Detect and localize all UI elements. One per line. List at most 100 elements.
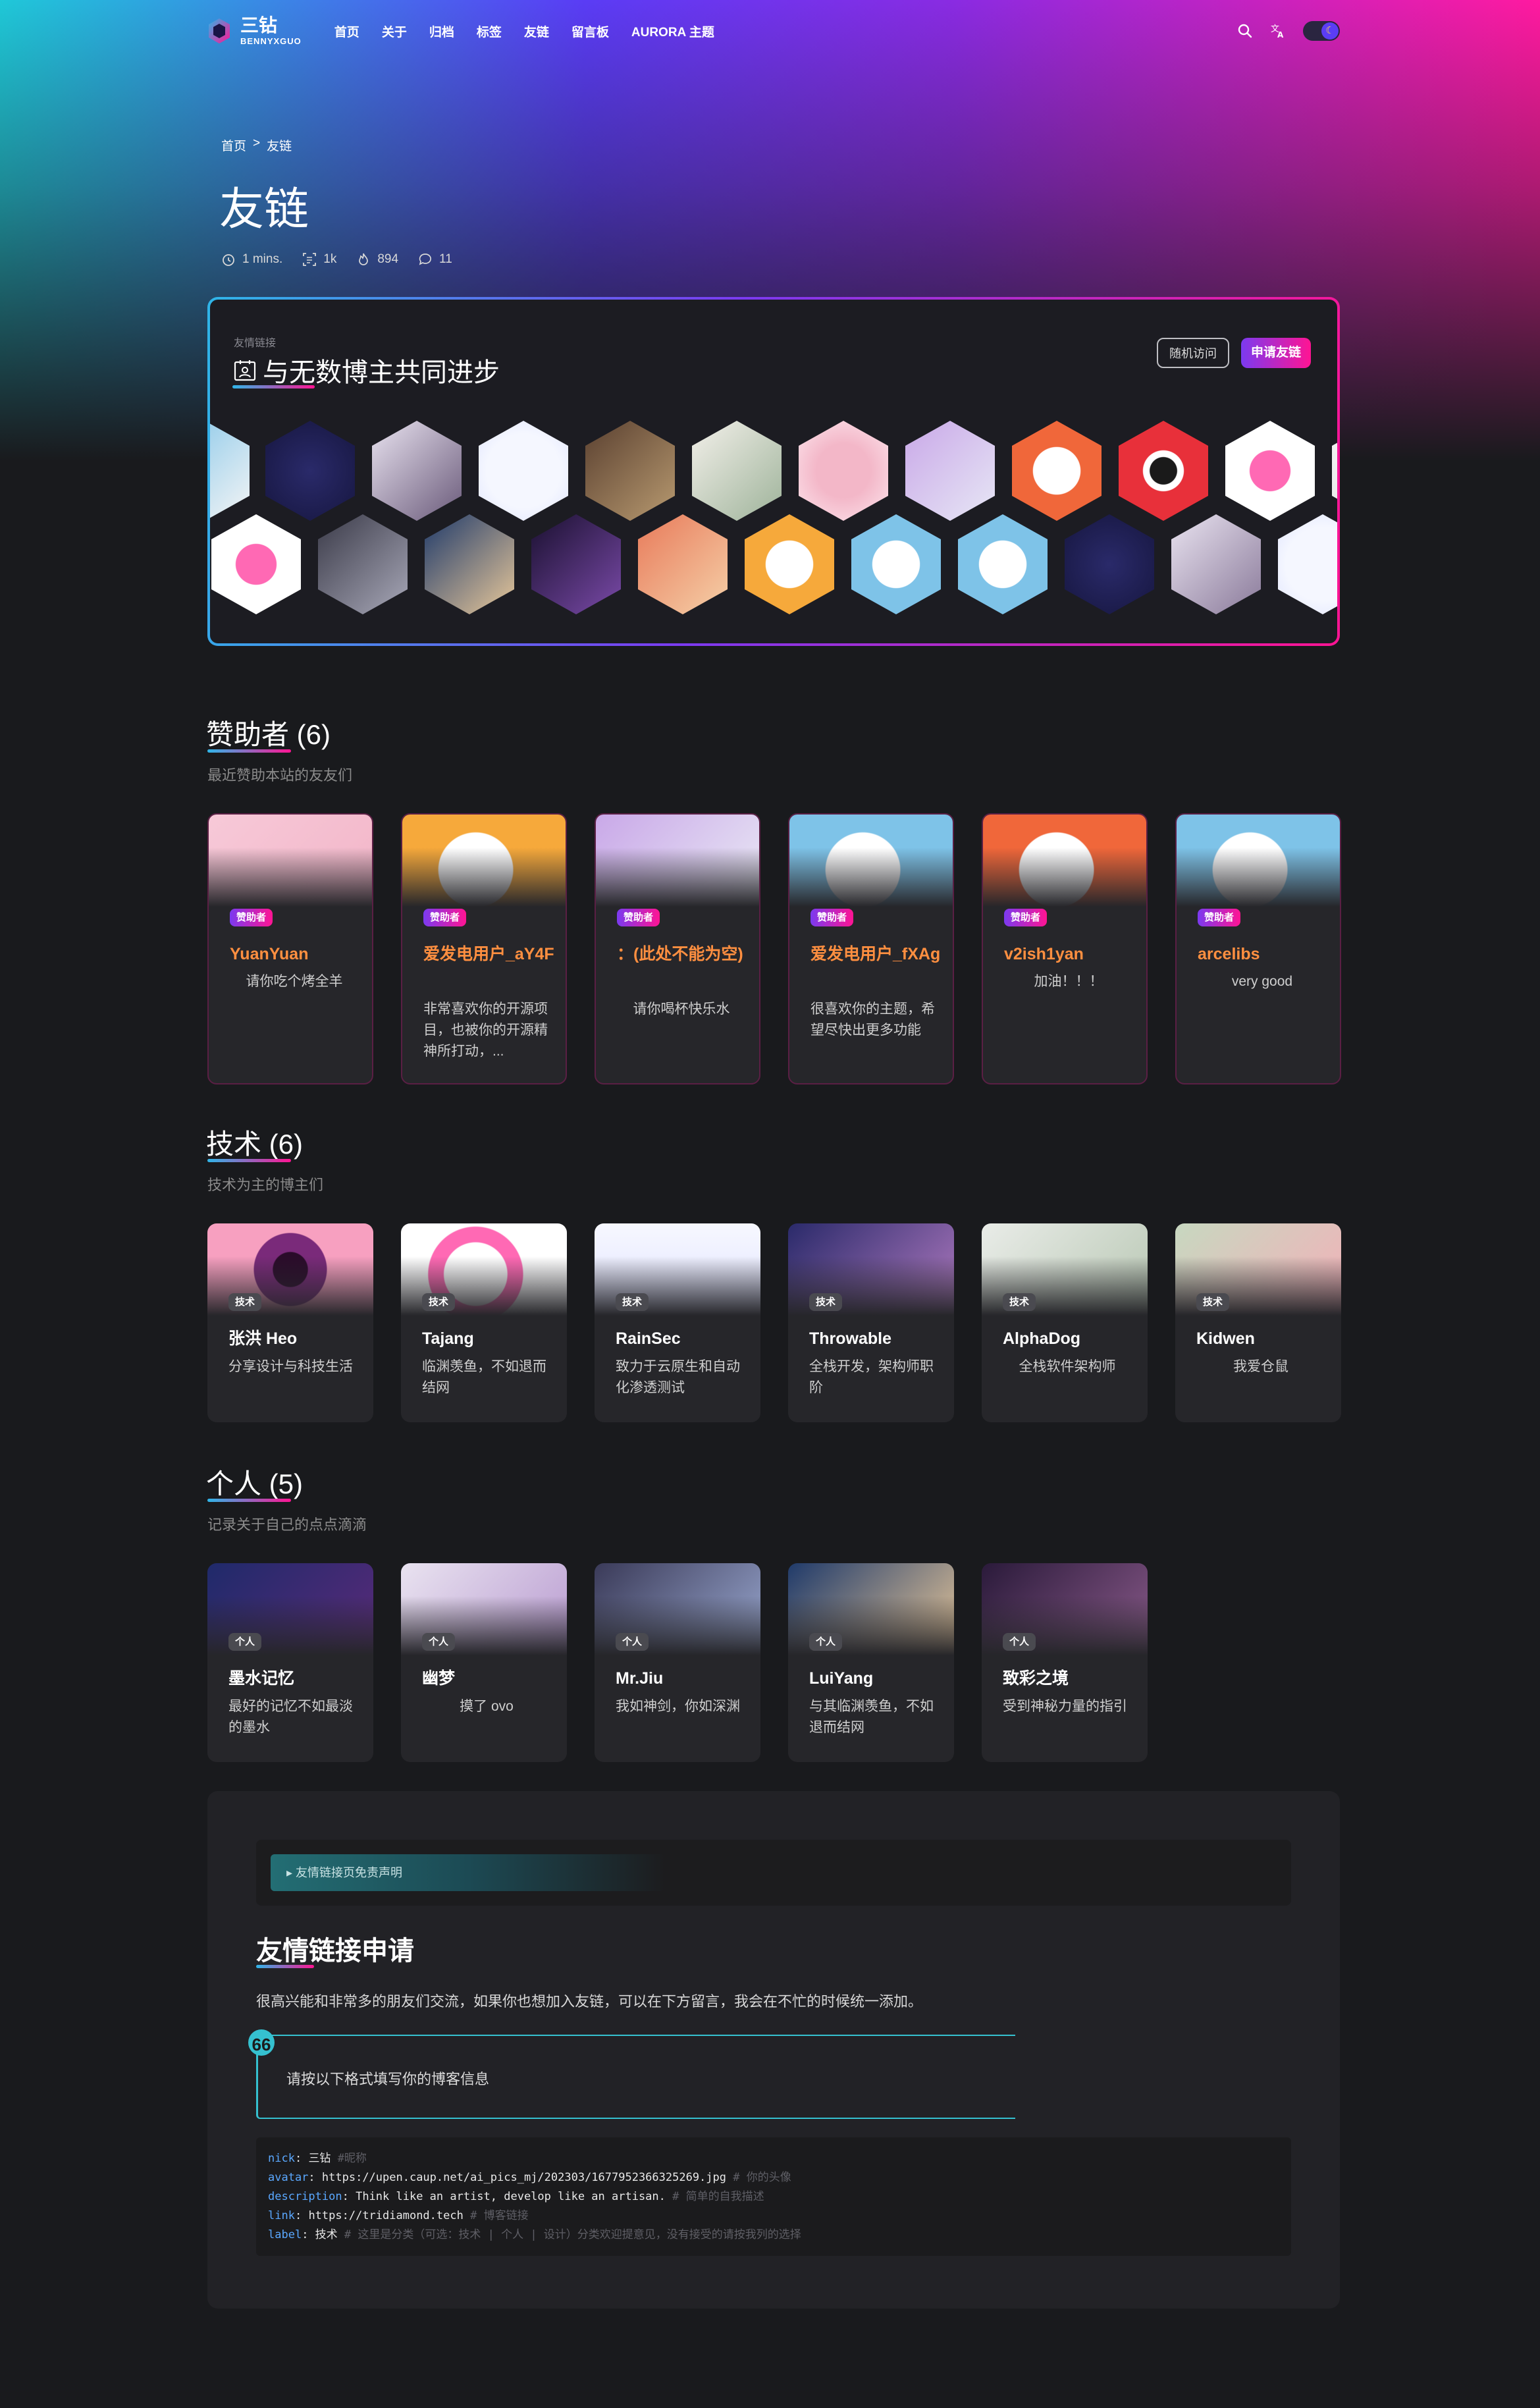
friend-avatar[interactable] <box>638 514 728 614</box>
friend-avatar[interactable] <box>692 421 782 521</box>
tech-card[interactable]: 技术 RainSec 致力于云原生和自动化渗透测试 <box>595 1223 760 1422</box>
card-badge: 个人 <box>809 1633 843 1651</box>
friend-avatar[interactable] <box>1332 421 1337 521</box>
friend-avatar[interactable] <box>1278 514 1337 614</box>
code-line-avatar: avatar: https://upen.caup.net/ai_pics_mj… <box>268 2171 791 2184</box>
friend-avatar[interactable] <box>1119 421 1208 521</box>
sponsors-section-title: 赞助者 (6) <box>206 719 331 750</box>
sponsor-card[interactable]: 赞助者 ：(此处不能为空) 请你喝杯快乐水 <box>595 813 760 1084</box>
friend-avatar[interactable] <box>905 421 995 521</box>
card-badge: 赞助者 <box>1198 909 1241 926</box>
card-badge: 个人 <box>616 1633 649 1651</box>
tech-card[interactable]: 技术 Kidwen 我爱仓鼠 <box>1175 1223 1341 1422</box>
clock-icon <box>223 254 234 266</box>
apply-title-underline <box>256 1965 314 1968</box>
card-badge: 技术 <box>809 1293 843 1311</box>
card-cover-image <box>789 815 953 907</box>
breadcrumb-separator: > <box>253 136 261 150</box>
friend-avatar[interactable] <box>211 514 301 614</box>
random-visit-button[interactable]: 随机访问 <box>1157 338 1229 368</box>
nav-link-aurora-theme[interactable]: AURORA 主题 <box>631 22 714 40</box>
breadcrumb-home[interactable]: 首页 <box>221 136 246 154</box>
tech-card[interactable]: 技术 Tajang 临渊羡鱼，不如退而结网 <box>401 1223 567 1422</box>
card-name: LuiYang <box>809 1669 874 1688</box>
friend-avatar[interactable] <box>372 421 462 521</box>
friend-avatar[interactable] <box>425 514 514 614</box>
breadcrumb-current[interactable]: 友链 <box>267 136 292 154</box>
disclaimer-collapse[interactable]: ▸ 友情链接页免责声明 <box>256 1840 1291 1906</box>
translate-icon[interactable]: 文A <box>1270 23 1286 39</box>
code-comment: # 博客链接 <box>470 2209 529 2222</box>
sponsor-card[interactable]: 赞助者 YuanYuan 请你吃个烤全羊 <box>207 813 373 1084</box>
card-name: ：(此处不能为空) <box>617 945 743 963</box>
friend-avatar[interactable] <box>531 514 621 614</box>
card-badge: 个人 <box>1003 1633 1036 1651</box>
card-badge: 技术 <box>1003 1293 1036 1311</box>
meta-words: 1k <box>302 252 336 267</box>
nav-link-friends[interactable]: 友链 <box>524 22 549 40</box>
personal-card[interactable]: 个人 Mr.Jiu 我如神剑，你如深渊 <box>595 1563 760 1762</box>
friend-avatar[interactable] <box>745 514 834 614</box>
banner-title-underline <box>232 385 315 388</box>
nav-link-home[interactable]: 首页 <box>334 22 359 40</box>
tech-card[interactable]: 技术 AlphaDog 全栈软件架构师 <box>982 1223 1148 1422</box>
card-badge: 赞助者 <box>230 909 273 926</box>
friend-avatar[interactable] <box>585 421 675 521</box>
code-line-description: description: Think like an artist, devel… <box>268 2190 764 2203</box>
apply-title: 友情链接申请 <box>256 1937 414 1966</box>
disclaimer-label: ▸ 友情链接页免责声明 <box>286 1866 403 1879</box>
card-badge: 技术 <box>422 1293 456 1311</box>
apply-friend-link-button[interactable]: 申请友链 <box>1241 338 1311 368</box>
friend-avatar[interactable] <box>479 421 568 521</box>
friend-avatar[interactable] <box>210 421 250 521</box>
comments-value: 11 <box>439 252 452 266</box>
friend-avatar[interactable] <box>265 421 355 521</box>
top-navbar: 三钻 BENNYXGUO 首页 关于 归档 标签 友链 留言板 AURORA 主… <box>207 14 1340 47</box>
personal-card[interactable]: 个人 致彩之境 受到神秘力量的指引 <box>982 1563 1148 1762</box>
nav-link-tags[interactable]: 标签 <box>477 22 502 40</box>
code-key: label <box>268 2228 302 2241</box>
sponsor-card[interactable]: 赞助者 arcelibs very good <box>1175 813 1341 1084</box>
card-desc: 很喜欢你的主题，希望尽快出更多功能 <box>810 1002 935 1038</box>
card-desc: 分享设计与科技生活 <box>228 1359 353 1374</box>
nav-link-about[interactable]: 关于 <box>382 22 407 40</box>
card-name: 墨水记忆 <box>228 1669 295 1688</box>
personal-card[interactable]: 个人 墨水记忆 最好的记忆不如最淡的墨水 <box>207 1563 373 1762</box>
card-cover-image <box>983 815 1146 907</box>
friend-avatar[interactable] <box>1225 421 1315 521</box>
nav-link-message-board[interactable]: 留言板 <box>571 22 609 40</box>
contact-card-icon <box>234 360 256 381</box>
sponsor-card[interactable]: 赞助者 爱发电用户_fXAg 很喜欢你的主题，希望尽快出更多功能 <box>788 813 954 1084</box>
card-badge: 赞助者 <box>1004 909 1048 926</box>
tech-card[interactable]: 技术 Throwable 全栈开发，架构师职阶 <box>788 1223 954 1422</box>
card-name: 张洪 Heo <box>228 1329 298 1348</box>
card-name: RainSec <box>616 1329 681 1348</box>
card-desc: 致力于云原生和自动化渗透测试 <box>616 1359 740 1395</box>
nav-link-archives[interactable]: 归档 <box>429 22 454 40</box>
sponsor-card[interactable]: 赞助者 爱发电用户_aY4F 非常喜欢你的开源项目，也被你的开源精神所打动，..… <box>401 813 567 1084</box>
personal-card[interactable]: 个人 LuiYang 与其临渊羡鱼，不如退而结网 <box>788 1563 954 1762</box>
friend-avatar[interactable] <box>851 514 941 614</box>
scan-text-icon <box>303 253 317 266</box>
card-name: 幽梦 <box>422 1669 456 1688</box>
code-value: 三钻 <box>308 2152 331 2165</box>
code-value: Think like an artist, develop like an ar… <box>356 2190 666 2203</box>
code-value: https://tridiamond.tech <box>308 2209 464 2222</box>
site-logo[interactable]: 三钻 BENNYXGUO <box>207 16 302 45</box>
card-desc: 非常喜欢你的开源项目，也被你的开源精神所打动，... <box>423 1002 548 1059</box>
theme-toggle[interactable]: ☾ <box>1303 21 1340 41</box>
friend-avatar[interactable] <box>1171 514 1261 614</box>
card-name: 爱发电用户_fXAg <box>810 945 941 963</box>
code-comment: # 简单的自我描述 <box>672 2190 764 2203</box>
friend-avatar[interactable] <box>958 514 1048 614</box>
search-icon[interactable] <box>1237 23 1253 39</box>
friend-avatar[interactable] <box>1065 514 1154 614</box>
friend-avatar[interactable] <box>318 514 408 614</box>
personal-card[interactable]: 个人 幽梦 摸了 ovo <box>401 1563 567 1762</box>
sponsor-card[interactable]: 赞助者 v2ish1yan 加油！！！ <box>982 813 1148 1084</box>
friend-avatar[interactable] <box>799 421 888 521</box>
card-badge: 赞助者 <box>810 909 854 926</box>
card-badge: 技术 <box>228 1293 262 1311</box>
friend-avatar[interactable] <box>1012 421 1102 521</box>
tech-card[interactable]: 技术 张洪 Heo 分享设计与科技生活 <box>207 1223 373 1422</box>
